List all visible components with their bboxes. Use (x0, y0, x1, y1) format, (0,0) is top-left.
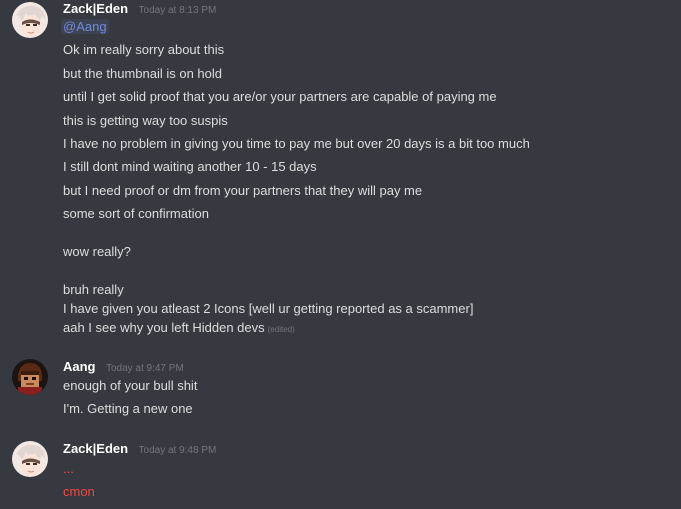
message-line: I have no problem in giving you time to … (63, 136, 530, 151)
message-line: but I need proof or dm from your partner… (63, 183, 423, 198)
timestamp: Today at 9:48 PM (138, 445, 217, 456)
chat-messages: Zack|Eden Today at 8:13 PM @Aang Ok im r… (0, 0, 681, 509)
message-line: I still dont mind waiting another 10 - 1… (63, 159, 317, 174)
message-line: I have given you atleast 2 Icons [well u… (63, 301, 474, 316)
message-line: @Aang (61, 19, 109, 35)
message-line: some sort of confirmation (63, 206, 209, 221)
anime-avatar-icon (12, 2, 48, 38)
message-line: until I get solid proof that you are/or … (63, 89, 497, 104)
message-line: wow really? (63, 244, 131, 259)
username[interactable]: Zack|Eden (63, 441, 128, 456)
message-line: Ok im really sorry about this (63, 42, 225, 57)
message-line-failed: ... (63, 461, 74, 476)
username[interactable]: Zack|Eden (63, 1, 128, 16)
username[interactable]: Aang (63, 359, 96, 374)
avatar[interactable] (12, 359, 48, 395)
message-line-failed: cmon (63, 484, 95, 499)
anime-avatar-icon (12, 441, 48, 477)
edited-label: (edited) (267, 325, 295, 334)
message-line: enough of your bull shit (63, 378, 198, 393)
message-line: but the thumbnail is on hold (63, 66, 222, 81)
message-line: aah I see why you left Hidden devs (edite… (63, 320, 295, 338)
message-line: I'm. Getting a new one (63, 401, 193, 416)
user-mention[interactable]: @Aang (61, 19, 109, 34)
timestamp: Today at 9:47 PM (105, 363, 184, 374)
message-line: this is getting way too suspis (63, 113, 228, 128)
message-line: bruh really (63, 282, 124, 297)
character-avatar-icon (12, 359, 48, 395)
avatar[interactable] (12, 441, 48, 477)
avatar[interactable] (12, 2, 48, 38)
timestamp: Today at 8:13 PM (138, 5, 217, 16)
message-text: aah I see why you left Hidden devs (63, 320, 265, 335)
